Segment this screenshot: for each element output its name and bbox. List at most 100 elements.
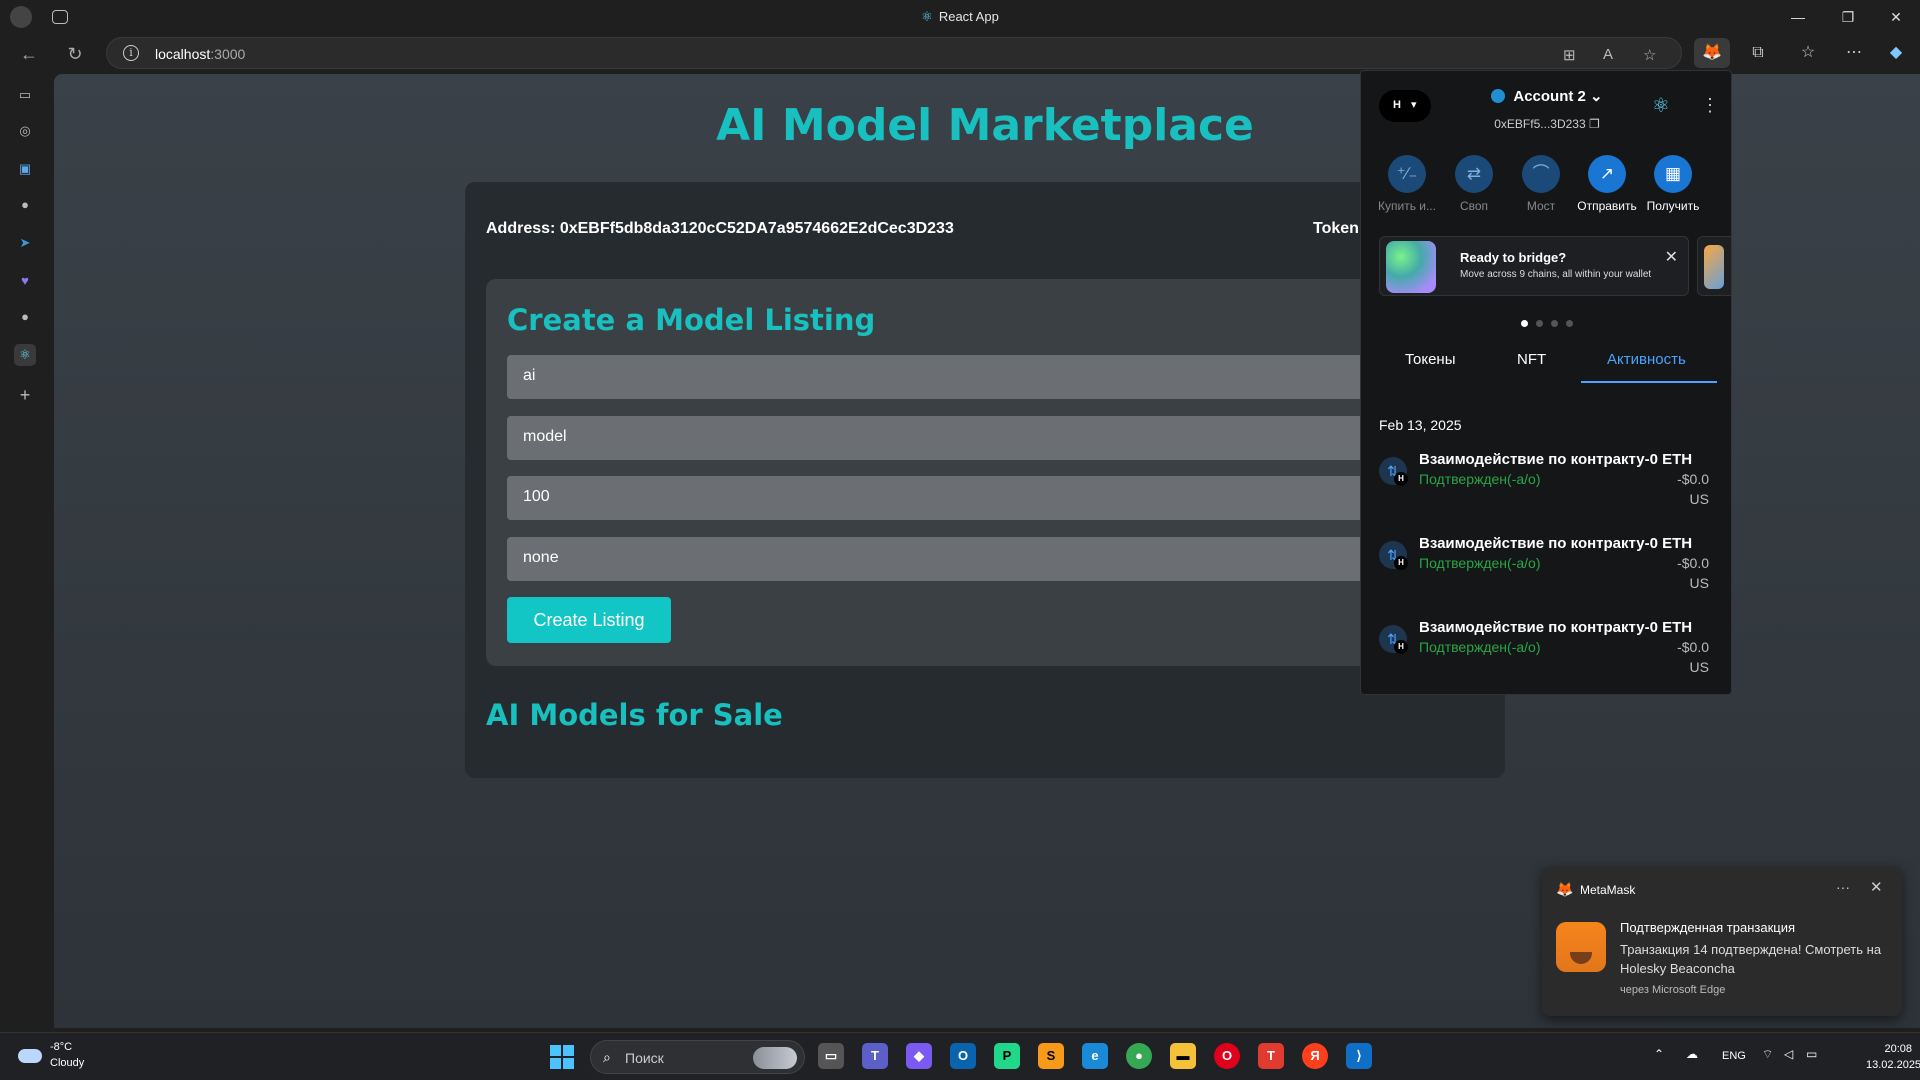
title-bar: ⚛ React App — ❐ ✕ — [0, 0, 1920, 34]
extensions-icon[interactable]: ⧉ — [1740, 38, 1776, 68]
yandex-browser-icon[interactable]: Я — [1302, 1043, 1328, 1069]
bridge-button[interactable]: ⌒ Мост — [1507, 155, 1575, 213]
address-bar[interactable]: i localhost:3000 ⊞ A ☆ — [106, 37, 1682, 69]
vscode-icon[interactable]: ⟩ — [1346, 1043, 1372, 1069]
clock[interactable]: 20:08 13.02.2025 — [1866, 1041, 1920, 1073]
tab-image-icon[interactable]: ▣ — [14, 158, 36, 180]
taskbar-search[interactable]: ⌕ Поиск — [590, 1040, 805, 1074]
file-explorer-icon[interactable]: ▬ — [1170, 1043, 1196, 1069]
buy-sell-icon: ⁺∕₋ — [1388, 155, 1426, 193]
swap-button[interactable]: ⇄ Своп — [1440, 155, 1508, 213]
carousel-dot[interactable] — [1536, 320, 1543, 327]
chevron-down-icon: ⌄ — [1590, 88, 1603, 105]
refresh-button[interactable]: ↻ — [62, 42, 88, 66]
teams-icon[interactable]: T — [862, 1043, 888, 1069]
carousel-dot[interactable] — [1551, 320, 1558, 327]
edge-icon[interactable]: e — [1082, 1043, 1108, 1069]
read-aloud-icon[interactable]: A — [1603, 46, 1613, 63]
transaction-item[interactable]: ⇅ H Взаимодействие по контракту-0 ETH Под… — [1361, 535, 1731, 619]
model-price-input[interactable]: 100 — [507, 476, 1467, 520]
active-tab-indicator — [1581, 381, 1717, 383]
connected-site-icon[interactable]: ⚛ — [1652, 93, 1670, 118]
action-buttons: ⁺∕₋ Купить и... ⇄ Своп ⌒ Мост ↗ Отправить ▦ П… — [1373, 155, 1723, 215]
favorite-star-icon[interactable]: ☆ — [1643, 46, 1656, 64]
window-title: ⚛ React App — [921, 9, 999, 24]
task-view-icon[interactable]: ▭ — [818, 1043, 844, 1069]
wallet-tabs: Токены NFT Активность — [1361, 339, 1731, 383]
activity-date: Feb 13, 2025 — [1379, 417, 1462, 433]
model-link-input[interactable]: none — [507, 537, 1467, 581]
buy-sell-button[interactable]: ⁺∕₋ Купить и... — [1373, 155, 1441, 213]
copilot-app-icon[interactable]: ◆ — [906, 1043, 932, 1069]
tab-telegram-icon[interactable]: ➤ — [14, 232, 36, 254]
tab-vite-icon[interactable]: ♥ — [14, 270, 36, 292]
transaction-item[interactable]: ⇅ H Взаимодействие по контракту-0 ETH Под… — [1361, 451, 1731, 535]
metamask-popup: H ▾ Account 2 ⌄ 0xEBFf5...3D233 ❐ ⚛ ⋮ ⁺∕₋… — [1360, 70, 1732, 695]
promo-image — [1704, 245, 1724, 289]
sublime-icon[interactable]: S — [1038, 1043, 1064, 1069]
form-title: Create a Model Listing — [507, 303, 876, 337]
tab-tokens[interactable]: Токены — [1405, 351, 1455, 368]
send-button[interactable]: ↗ Отправить — [1573, 155, 1641, 213]
next-promo-banner[interactable] — [1697, 236, 1731, 296]
account-selector[interactable]: Account 2 ⌄ — [1361, 87, 1731, 105]
start-button[interactable] — [550, 1045, 574, 1069]
onedrive-icon[interactable]: ☁ — [1686, 1047, 1698, 1061]
model-name-input[interactable]: ai — [507, 355, 1467, 399]
chrome-icon[interactable]: ● — [1126, 1043, 1152, 1069]
bridge-promo-image — [1386, 241, 1436, 293]
bridge-promo-banner[interactable]: Ready to bridge? Move across 9 chains, a… — [1379, 236, 1689, 296]
language-indicator[interactable]: ENG — [1722, 1050, 1746, 1062]
account-address[interactable]: 0xEBFf5...3D233 ❐ — [1361, 117, 1731, 131]
tab-github-icon[interactable]: ● — [14, 194, 36, 216]
new-tab-icon[interactable]: + — [14, 384, 36, 406]
battery-icon[interactable]: ▭ — [1806, 1047, 1817, 1061]
volume-icon[interactable]: ◁ — [1784, 1047, 1793, 1061]
carousel-dots[interactable] — [1361, 314, 1731, 332]
search-icon: ⌕ — [603, 1049, 611, 1065]
wallet-address: Address: 0xEBFf5db8da3120cC52DA7a9574662… — [486, 220, 954, 237]
tab-chatgpt-icon[interactable]: ◎ — [14, 120, 36, 142]
favorites-icon[interactable]: ☆ — [1790, 38, 1826, 68]
main-card: Address: 0xEBFf5db8da3120cC52DA7a9574662… — [465, 182, 1505, 778]
outlook-icon[interactable]: O — [950, 1043, 976, 1069]
receive-button[interactable]: ▦ Получить — [1639, 155, 1707, 213]
split-screen-icon[interactable]: ⊞ — [1563, 46, 1576, 64]
close-icon[interactable]: ✕ — [1870, 878, 1883, 896]
tab-github2-icon[interactable]: ● — [14, 306, 36, 328]
model-description-input[interactable]: model — [507, 416, 1467, 460]
copy-icon[interactable]: ❐ — [1589, 117, 1600, 131]
tab-activity[interactable]: Активность — [1607, 351, 1686, 368]
metamask-extension-button[interactable]: 🦊 — [1694, 38, 1730, 68]
carousel-dot[interactable] — [1566, 320, 1573, 327]
token-balance-label: Token — [1313, 220, 1359, 237]
site-info-icon[interactable]: i — [123, 45, 139, 61]
opera-icon[interactable]: O — [1214, 1043, 1240, 1069]
cloud-icon — [18, 1049, 42, 1063]
transaction-item[interactable]: ⇅ H Взаимодействие по контракту-0 ETH Под… — [1361, 619, 1731, 694]
todoist-icon[interactable]: T — [1258, 1043, 1284, 1069]
tab-actions-icon[interactable]: ▭ — [14, 84, 36, 106]
pycharm-icon[interactable]: P — [994, 1043, 1020, 1069]
minimize-button[interactable]: — — [1778, 5, 1818, 29]
swap-icon: ⇄ — [1455, 155, 1493, 193]
more-options-icon[interactable]: ··· — [1836, 879, 1850, 895]
bridge-icon: ⌒ — [1522, 155, 1560, 193]
metamask-logo — [1556, 922, 1606, 972]
url-text[interactable]: localhost:3000 — [155, 46, 245, 62]
kebab-menu-icon[interactable]: ⋮ — [1701, 95, 1719, 116]
carousel-dot[interactable] — [1521, 320, 1528, 327]
models-for-sale-heading: AI Models for Sale — [486, 698, 783, 732]
tab-react-app-icon[interactable]: ⚛ — [14, 344, 36, 366]
show-hidden-icons[interactable]: ⌃ — [1654, 1047, 1664, 1061]
metamask-notification[interactable]: 🦊 MetaMask ··· ✕ Подтвержденная транзакц… — [1542, 866, 1902, 1016]
copilot-icon[interactable]: ◆ — [1878, 38, 1914, 68]
create-listing-button[interactable]: Create Listing — [507, 597, 671, 643]
tab-nft[interactable]: NFT — [1517, 351, 1546, 368]
close-window-button[interactable]: ✕ — [1876, 5, 1916, 29]
more-menu-icon[interactable]: ⋯ — [1836, 38, 1872, 68]
back-button[interactable]: ← — [16, 42, 42, 66]
wifi-icon[interactable]: ⌔ — [1762, 1047, 1773, 1062]
close-icon[interactable]: ✕ — [1665, 247, 1678, 267]
maximize-button[interactable]: ❐ — [1828, 5, 1868, 29]
